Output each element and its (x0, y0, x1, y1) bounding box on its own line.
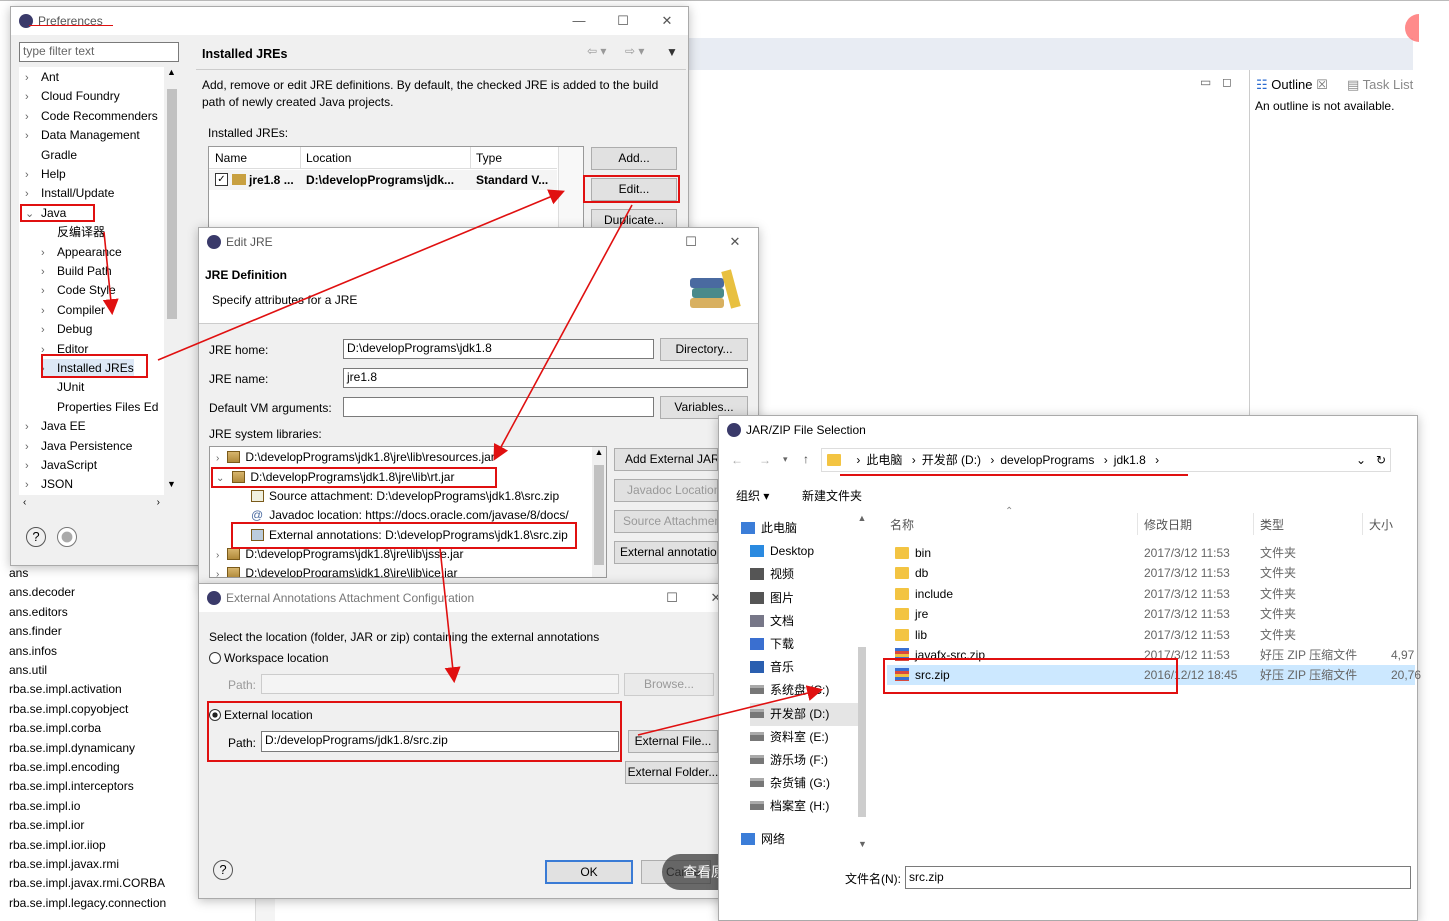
arrow-java-to-installed (102, 231, 119, 316)
arrow-annotations-to-location (439, 547, 461, 684)
arrow-edit-to-rtjar (493, 204, 633, 461)
annotation-arrows (102, 189, 824, 736)
arrow-file-to-drive (637, 685, 824, 736)
arrow-installed-to-edit (157, 189, 565, 361)
